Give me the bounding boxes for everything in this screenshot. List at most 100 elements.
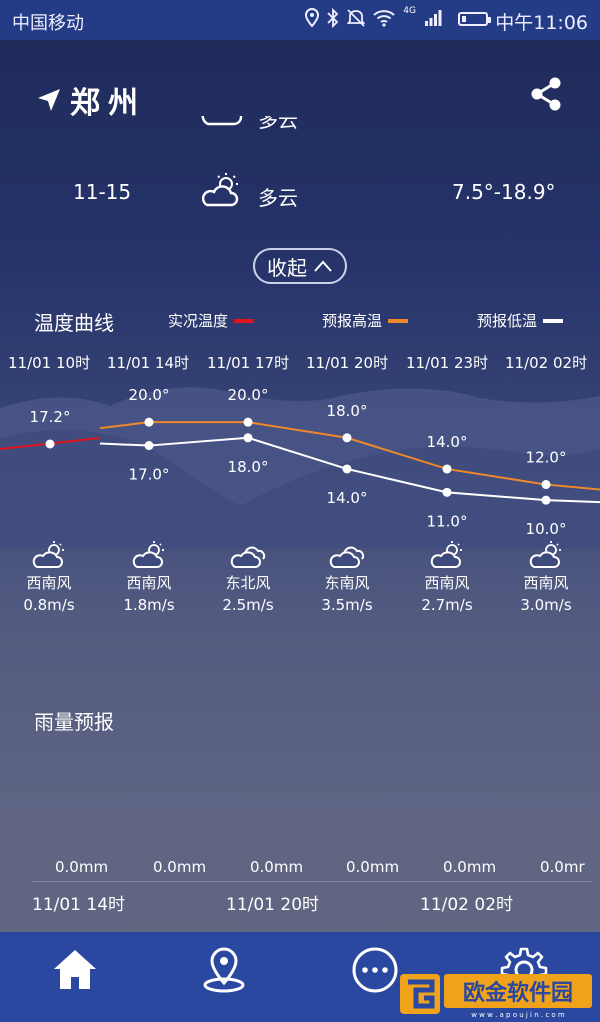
rain-value: 0.0mm — [443, 858, 497, 876]
wind-direction: 东南风 — [324, 574, 370, 592]
wind-speed: 3.5m/s — [321, 596, 373, 614]
forecast-high-label: 14.0° — [427, 433, 468, 451]
day-desc: 多云 — [258, 116, 298, 132]
forecast-high-point — [144, 417, 154, 427]
rain-value: 0.0mm — [346, 858, 400, 876]
partly-cloudy-icon — [32, 541, 64, 568]
wind-row: 西南风 0.8m/s 西南风 1.8m/s 东北风 2.5m/s 东南风 3.5… — [0, 540, 600, 630]
forecast-high-point — [243, 417, 253, 427]
legend-label: 预报低温 — [477, 312, 538, 330]
status-time: 中午11:06 — [495, 12, 588, 34]
share-icon[interactable] — [528, 76, 564, 112]
time-label: 11/01 10时 — [8, 354, 91, 372]
collapse-button[interactable]: 收起 — [253, 248, 347, 284]
legend-observed: 实况温度 — [168, 310, 255, 331]
wind-speed: 2.7m/s — [421, 596, 473, 614]
map-pin-icon — [203, 947, 245, 993]
forecast-high-point — [442, 464, 452, 474]
wind-item: 西南风 2.7m/s — [402, 540, 492, 614]
partly-cloudy-icon — [529, 541, 561, 568]
observed-temp-point — [45, 439, 55, 449]
wifi-icon — [373, 10, 395, 27]
temp-section-title: 温度曲线 — [34, 311, 114, 335]
chevron-up-icon — [314, 260, 332, 272]
mute-icon — [347, 9, 366, 27]
wind-speed: 3.0m/s — [520, 596, 572, 614]
forecast-low-point — [342, 464, 352, 474]
more-icon — [352, 947, 398, 993]
forecast-low-point — [144, 441, 154, 451]
time-axis: 11/01 10时 11/01 14时 11/01 17时 11/01 20时 … — [0, 352, 600, 374]
location-icon — [305, 8, 320, 28]
rain-value: 0.0mm — [55, 858, 109, 876]
nav-map[interactable] — [196, 942, 252, 998]
forecast-low-label: 11.0° — [427, 512, 468, 530]
cloudy-icon — [230, 546, 266, 568]
wind-direction: 东北风 — [225, 574, 271, 592]
legend-label: 预报高温 — [322, 312, 383, 330]
wind-direction: 西南风 — [523, 574, 569, 592]
day-date: 11-15 — [73, 180, 132, 204]
watermark-url: w w w . a p o u j i n . c o m — [471, 1011, 565, 1019]
day-desc: 多云 — [258, 186, 298, 210]
wind-direction: 西南风 — [424, 574, 470, 592]
legend-low: 预报低温 — [477, 310, 564, 331]
forecast-low-label: 17.0° — [129, 466, 170, 484]
rain-value: 0.0mm — [250, 858, 304, 876]
wind-direction: 西南风 — [126, 574, 172, 592]
forecast-low-label: 18.0° — [228, 458, 269, 476]
nav-more[interactable] — [347, 942, 403, 998]
cloudy-icon — [329, 546, 365, 568]
forecast-low-label: 14.0° — [327, 489, 368, 507]
day-temp: 7.5°-18.9° — [452, 180, 556, 204]
daily-row[interactable]: 11-15 多云 7.5°-18.9° — [0, 170, 600, 220]
watermark-text: 欧金软件园 — [463, 980, 573, 1006]
forecast-high-label: 20.0° — [228, 386, 269, 404]
legend-swatch — [234, 318, 255, 323]
status-bar: 中国移动 4G 中午11:06 — [0, 0, 600, 40]
legend-swatch — [388, 318, 409, 323]
partly-cloudy-icon — [430, 541, 462, 568]
forecast-low-point — [541, 495, 551, 505]
daily-list-clip: 多云 — [0, 116, 600, 138]
partly-cloudy-icon — [201, 173, 239, 207]
nav-home[interactable] — [47, 942, 103, 998]
forecast-high-label: 18.0° — [327, 402, 368, 420]
wind-speed: 2.5m/s — [222, 596, 274, 614]
rain-time-label: 11/01 14时 — [32, 895, 126, 915]
rain-section-title: 雨量预报 — [34, 710, 114, 734]
daily-row[interactable]: 多云 — [0, 116, 600, 138]
home-icon — [54, 950, 96, 989]
forecast-high-label: 20.0° — [129, 386, 170, 404]
forecast-low-point — [243, 433, 253, 443]
wind-item: 西南风 1.8m/s — [104, 540, 194, 614]
network-type: 4G — [403, 6, 416, 16]
legend-swatch — [543, 318, 564, 323]
battery-icon — [458, 12, 491, 26]
time-label: 11/02 02时 — [505, 354, 588, 372]
time-label: 11/01 14时 — [107, 354, 190, 372]
wind-item: 东北风 2.5m/s — [203, 540, 293, 614]
bluetooth-icon — [327, 8, 339, 28]
forecast-low-point — [442, 487, 452, 497]
legend-high: 预报高温 — [322, 310, 409, 331]
forecast-high-point — [541, 480, 551, 490]
temperature-chart: 17.2° 20.0° 20.0° 18.0° 14.0° 12.0° 17.0° 18.0°… — [0, 386, 600, 548]
rain-time-axis: 11/01 14时 11/01 20时 11/02 02时 — [0, 890, 600, 915]
collapse-label: 收起 — [267, 255, 307, 280]
rain-time-label: 11/02 02时 — [420, 895, 514, 915]
wind-direction: 西南风 — [26, 574, 72, 592]
rain-value: 0.0mm — [153, 858, 207, 876]
rain-time-label: 11/01 20时 — [226, 895, 320, 915]
rain-value: 0.0mr — [540, 858, 585, 876]
watermark-logo: 欧金软件园 w w w . a p o u j i n . c o m — [400, 974, 592, 1019]
location-arrow-icon — [38, 89, 60, 111]
forecast-high-point — [342, 433, 352, 443]
wind-speed: 0.8m/s — [23, 596, 75, 614]
time-label: 11/01 20时 — [306, 354, 389, 372]
carrier-name: 中国移动 — [12, 13, 84, 34]
forecast-low-label: 10.0° — [526, 520, 567, 538]
wind-speed: 1.8m/s — [123, 596, 175, 614]
time-label: 11/01 17时 — [207, 354, 290, 372]
partly-cloudy-icon — [201, 116, 243, 126]
